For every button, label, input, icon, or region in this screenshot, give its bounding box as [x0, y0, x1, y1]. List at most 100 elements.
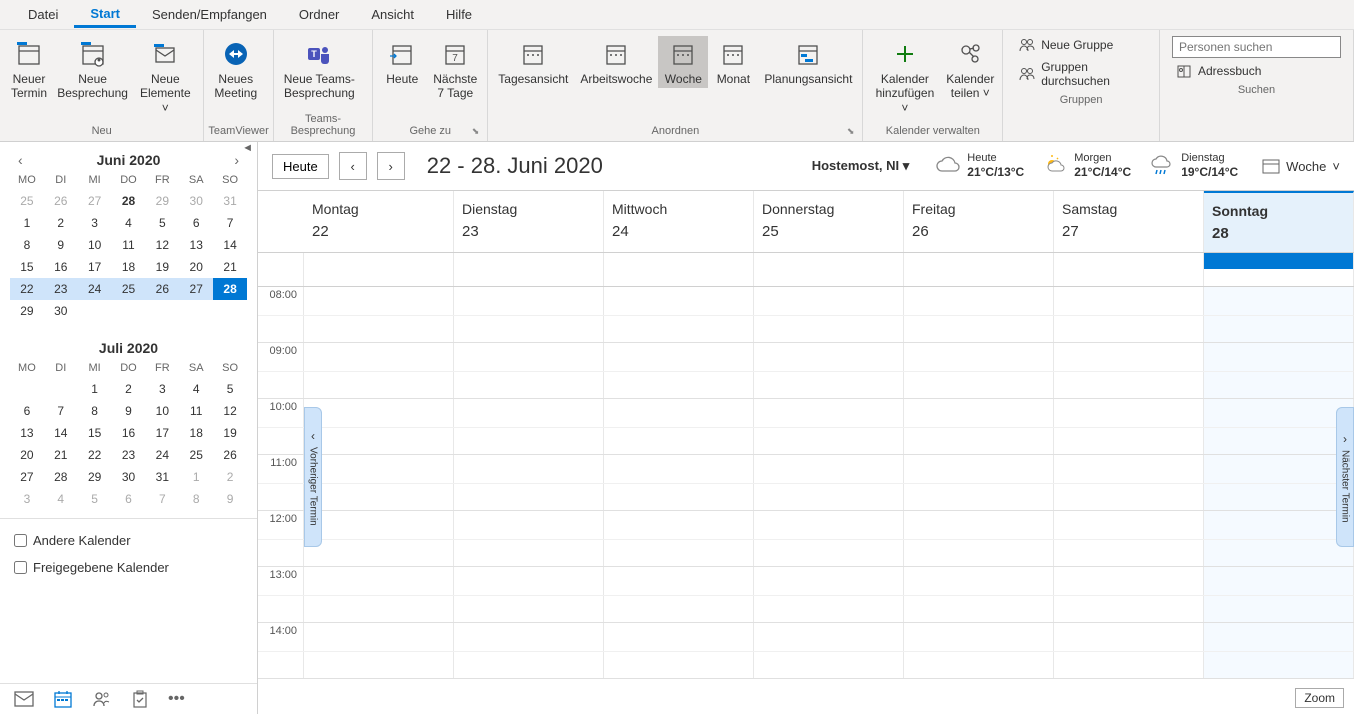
mini-day[interactable] [213, 300, 247, 322]
next-7-days[interactable]: 7Nächste7 Tage [427, 36, 483, 103]
day-header-sonntag[interactable]: Sonntag28 [1204, 191, 1354, 252]
mini-day[interactable]: 4 [179, 378, 213, 400]
mini-day[interactable]: 28 [213, 278, 247, 300]
mini-day[interactable]: 29 [145, 190, 179, 212]
address-book[interactable]: Adressbuch [1172, 62, 1341, 80]
mini-day[interactable]: 3 [10, 488, 44, 510]
mini-day[interactable]: 18 [112, 256, 146, 278]
teams-meeting[interactable]: TNeue Teams-Besprechung [278, 36, 361, 103]
mini-day[interactable]: 7 [145, 488, 179, 510]
zoom-button[interactable]: Zoom [1295, 688, 1344, 708]
mini-day[interactable]: 27 [10, 466, 44, 488]
mini-day[interactable]: 12 [145, 234, 179, 256]
allday-cell[interactable] [304, 253, 454, 286]
mini-day[interactable]: 7 [44, 400, 78, 422]
calendar-toggle[interactable]: Freigegebene Kalender [14, 554, 243, 581]
day-header-mittwoch[interactable]: Mittwoch24 [604, 191, 754, 252]
collapse-sidebar[interactable]: ◄ [242, 142, 253, 154]
mini-day[interactable]: 30 [112, 466, 146, 488]
mini-day[interactable]: 16 [112, 422, 146, 444]
mini-day[interactable]: 14 [44, 422, 78, 444]
workweek-view[interactable]: Arbeitswoche [574, 36, 658, 88]
menu-hilfe[interactable]: Hilfe [430, 3, 488, 26]
mini-day[interactable]: 8 [179, 488, 213, 510]
mini-day[interactable]: 12 [213, 400, 247, 422]
mini-day[interactable]: 20 [10, 444, 44, 466]
mini-day[interactable]: 19 [213, 422, 247, 444]
weather-morgen[interactable]: Morgen21°C/14°C [1042, 152, 1131, 180]
mini-day[interactable]: 1 [179, 466, 213, 488]
prev-appointment-handle[interactable]: ‹Vorheriger Termin [304, 407, 322, 547]
weather-dienstag[interactable]: Dienstag19°C/14°C [1149, 152, 1238, 180]
goto-today[interactable]: Heute [377, 36, 427, 88]
mini-day[interactable] [10, 378, 44, 400]
mail-icon[interactable] [14, 691, 34, 707]
more-icon[interactable]: ••• [168, 690, 185, 708]
allday-cell[interactable] [1204, 253, 1354, 286]
today-button[interactable]: Heute [272, 154, 329, 179]
calendar-toggle[interactable]: Andere Kalender [14, 527, 243, 554]
mini-day[interactable]: 26 [145, 278, 179, 300]
tasks-icon[interactable] [132, 690, 148, 708]
prev-week[interactable]: ‹ [339, 152, 367, 180]
mini-next[interactable]: › [234, 152, 239, 168]
week-view[interactable]: Woche [658, 36, 708, 88]
mini-day[interactable]: 21 [213, 256, 247, 278]
allday-event[interactable] [1204, 253, 1353, 269]
next-week[interactable]: › [377, 152, 405, 180]
add-calendar[interactable]: Kalenderhinzufügen ˅ [867, 36, 942, 117]
mini-day[interactable]: 10 [78, 234, 112, 256]
mini-day[interactable]: 6 [112, 488, 146, 510]
day-header-donnerstag[interactable]: Donnerstag25 [754, 191, 904, 252]
dialog-launcher[interactable]: ⬊ [472, 126, 480, 137]
mini-day[interactable]: 8 [78, 400, 112, 422]
mini-day[interactable] [179, 300, 213, 322]
next-appointment-handle[interactable]: ›Nächster Termin [1336, 407, 1354, 547]
mini-day[interactable]: 27 [179, 278, 213, 300]
new-group[interactable]: Neue Gruppe [1015, 36, 1147, 54]
mini-day[interactable]: 8 [10, 234, 44, 256]
mini-day[interactable]: 13 [10, 422, 44, 444]
mini-day[interactable]: 24 [78, 278, 112, 300]
new-items[interactable]: NeueElemente ˅ [131, 36, 199, 117]
mini-day[interactable]: 18 [179, 422, 213, 444]
dialog-launcher[interactable]: ⬊ [847, 126, 855, 137]
mini-day[interactable]: 11 [112, 234, 146, 256]
allday-cell[interactable] [454, 253, 604, 286]
mini-day[interactable]: 24 [145, 444, 179, 466]
mini-day[interactable]: 25 [112, 278, 146, 300]
mini-day[interactable]: 31 [145, 466, 179, 488]
browse-groups[interactable]: Gruppen durchsuchen [1015, 58, 1147, 90]
mini-day[interactable]: 28 [112, 190, 146, 212]
mini-day[interactable]: 11 [179, 400, 213, 422]
menu-ansicht[interactable]: Ansicht [355, 3, 430, 26]
mini-day[interactable] [145, 300, 179, 322]
mini-day[interactable]: 16 [44, 256, 78, 278]
mini-day[interactable]: 9 [112, 400, 146, 422]
mini-day[interactable] [112, 300, 146, 322]
day-header-freitag[interactable]: Freitag26 [904, 191, 1054, 252]
mini-day[interactable]: 26 [213, 444, 247, 466]
allday-cell[interactable] [1054, 253, 1204, 286]
mini-day[interactable]: 31 [213, 190, 247, 212]
new-meeting[interactable]: NeueBesprechung [54, 36, 131, 103]
weather-heute[interactable]: Heute21°C/13°C [935, 152, 1024, 180]
menu-datei[interactable]: Datei [12, 3, 74, 26]
mini-day[interactable]: 26 [44, 190, 78, 212]
search-people-input[interactable] [1172, 36, 1341, 58]
mini-day[interactable]: 20 [179, 256, 213, 278]
view-selector[interactable]: Woche ˅ [1262, 158, 1340, 174]
allday-cell[interactable] [604, 253, 754, 286]
allday-cell[interactable] [754, 253, 904, 286]
mini-day[interactable]: 29 [78, 466, 112, 488]
menu-senden/empfangen[interactable]: Senden/Empfangen [136, 3, 283, 26]
mini-day[interactable]: 2 [112, 378, 146, 400]
share-calendar[interactable]: Kalenderteilen ˅ [942, 36, 998, 103]
mini-day[interactable]: 3 [78, 212, 112, 234]
mini-day[interactable]: 29 [10, 300, 44, 322]
mini-day[interactable]: 6 [179, 212, 213, 234]
mini-day[interactable]: 17 [78, 256, 112, 278]
teamviewer-meeting[interactable]: NeuesMeeting [208, 36, 263, 103]
mini-day[interactable]: 23 [112, 444, 146, 466]
mini-day[interactable] [44, 378, 78, 400]
